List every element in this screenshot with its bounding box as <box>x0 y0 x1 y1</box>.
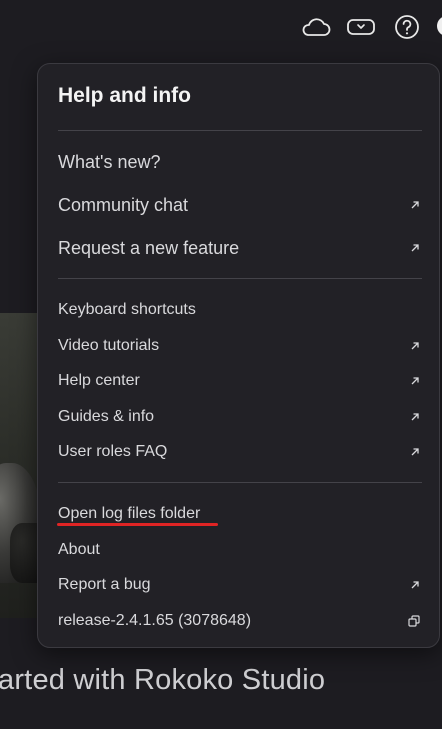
menu-item-request-feature[interactable]: Request a new feature <box>58 234 420 262</box>
menu-item-label: Guides & info <box>58 408 155 425</box>
menu-item-label: Report a bug <box>58 576 151 593</box>
external-link-icon <box>411 581 419 589</box>
menu-item-whats-new[interactable]: What's new? <box>58 148 420 176</box>
menu-item-label: Request a new feature <box>58 237 240 258</box>
menu-item-version[interactable]: release-2.4.1.65 (3078648) <box>58 609 420 633</box>
menu-item-help-center[interactable]: Help center <box>58 369 420 393</box>
external-link-icon <box>411 448 419 456</box>
external-link-icon <box>411 342 419 350</box>
menu-item-guides-info[interactable]: Guides & info <box>58 405 420 429</box>
divider <box>58 130 422 131</box>
menu-item-user-roles-faq[interactable]: User roles FAQ <box>58 440 420 464</box>
highlight-underline <box>57 523 218 526</box>
external-link-icon <box>411 201 419 209</box>
menu-item-label: About <box>58 541 100 558</box>
avatar[interactable] <box>437 16 442 36</box>
cloud-icon[interactable] <box>300 13 332 41</box>
version-label: release-2.4.1.65 (3078648) <box>58 612 252 629</box>
external-link-icon <box>411 413 419 421</box>
menu-item-keyboard-shortcuts[interactable]: Keyboard shortcuts <box>58 298 420 322</box>
divider <box>58 278 422 279</box>
external-link-icon <box>411 377 419 385</box>
menu-item-label: User roles FAQ <box>58 443 168 460</box>
divider <box>58 482 422 483</box>
menu-item-video-tutorials[interactable]: Video tutorials <box>58 334 420 358</box>
copy-icon[interactable] <box>408 615 420 627</box>
help-icon[interactable] <box>393 13 421 41</box>
menu-item-about[interactable]: About <box>58 538 420 562</box>
top-bar <box>0 0 442 56</box>
background-heading: arted with Rokoko Studio <box>0 664 326 696</box>
external-link-icon <box>411 244 419 252</box>
menu-item-label: Help center <box>58 372 140 389</box>
menu-item-label: Community chat <box>58 194 189 215</box>
menu-item-label: What's new? <box>58 151 161 172</box>
menu-item-report-bug[interactable]: Report a bug <box>58 573 420 597</box>
menu-item-community-chat[interactable]: Community chat <box>58 191 420 219</box>
menu-title: Help and info <box>58 84 191 107</box>
menu-item-label: Open log files folder <box>58 505 201 522</box>
headset-icon[interactable] <box>346 13 376 41</box>
menu-item-label: Keyboard shortcuts <box>58 301 196 318</box>
menu-item-label: Video tutorials <box>58 337 160 354</box>
help-menu: Help and info What's new? Community chat… <box>37 63 440 648</box>
